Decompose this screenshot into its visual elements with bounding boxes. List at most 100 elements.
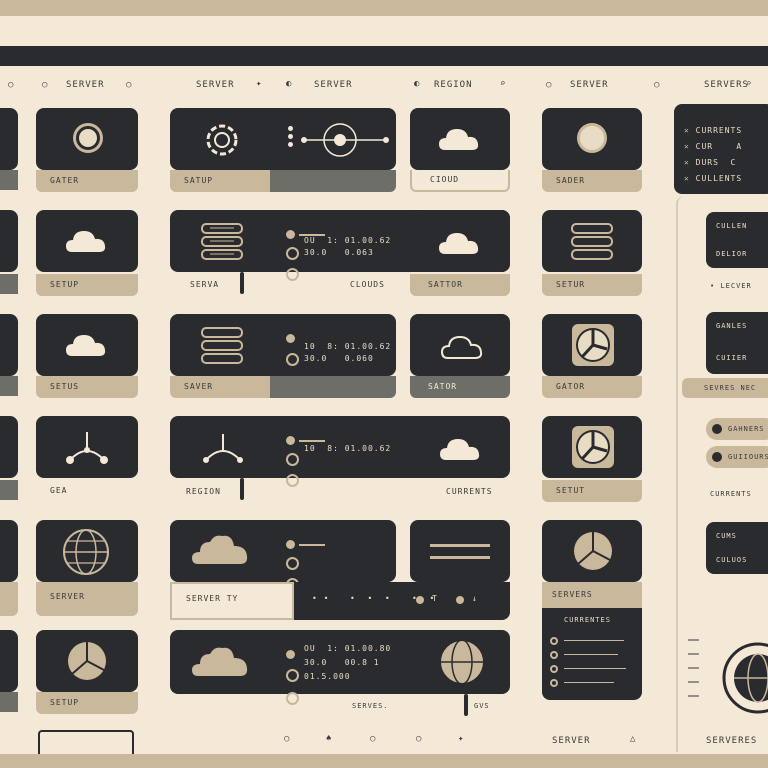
- info-pill[interactable]: CULLEN DELIOR: [706, 212, 768, 268]
- checklist: ✕ CURRENTS ✕ CUR A ✕ DURS C ✕ CULLENTS: [684, 126, 743, 183]
- server-rack-icon: [571, 223, 613, 260]
- cloud-icon: [439, 129, 479, 150]
- cloud-stats-panel[interactable]: OU 1: 01.00.80 30.0 00.8 1 01.5.000: [170, 630, 510, 705]
- cloud-tile[interactable]: [36, 210, 138, 272]
- sidebar-bar[interactable]: SEVRES NEC: [682, 378, 768, 398]
- toggle-stack[interactable]: [286, 430, 325, 491]
- edge-card[interactable]: [0, 630, 18, 692]
- tile-footer: SETUP: [36, 274, 138, 296]
- menu-tile[interactable]: [410, 520, 510, 582]
- nav-item-servers[interactable]: SERVERS: [704, 80, 749, 90]
- pill-text: CULUOS: [716, 556, 748, 564]
- edge-card[interactable]: [0, 520, 18, 582]
- tile-label: SETUP: [50, 280, 80, 289]
- circle-icon[interactable]: ○: [416, 734, 422, 744]
- sidebar-label: CURRENTS: [710, 490, 752, 498]
- input-value: SERVER TY: [186, 594, 239, 603]
- tile-footer: SERVERS: [542, 582, 642, 608]
- toggle-pill[interactable]: GUIIOURS: [706, 446, 768, 468]
- chart-tile[interactable]: [36, 630, 138, 692]
- toggle-stack[interactable]: [286, 644, 299, 709]
- info-pill[interactable]: CUMS CULUOS: [706, 522, 768, 574]
- fan-tile[interactable]: [542, 416, 642, 478]
- cloud-outline-icon: [440, 335, 483, 359]
- moon-icon: ◐: [414, 79, 421, 89]
- toggle-knob: [712, 424, 722, 434]
- info-pill[interactable]: GANLES CUIIER: [706, 312, 768, 374]
- edge-card-footer: [0, 170, 18, 190]
- server-stats-panel[interactable]: 10 8: 01.00.62 30.0 0.060: [170, 314, 396, 389]
- tile-label: SETUR: [556, 280, 586, 289]
- pill-text: GAHNERS: [728, 425, 765, 433]
- edge-card-footer: [0, 582, 18, 616]
- panel-footer-dark: [270, 170, 396, 192]
- connector-line: [240, 478, 244, 500]
- network-stats-panel[interactable]: 10 8: 01.00.62: [170, 416, 510, 487]
- toggle-pill[interactable]: GAHNERS: [706, 418, 768, 440]
- gear-panel[interactable]: [170, 108, 396, 170]
- server-tile[interactable]: [542, 210, 642, 272]
- tile-label: SERVER: [50, 592, 85, 601]
- globe-tile[interactable]: [36, 520, 138, 582]
- spade-icon[interactable]: ♠: [326, 734, 332, 744]
- edge-card[interactable]: [0, 314, 18, 376]
- search-icon[interactable]: ⌕: [746, 79, 752, 89]
- nav-item-server[interactable]: SERVER: [66, 80, 105, 90]
- cloud-tile[interactable]: [410, 108, 510, 170]
- tile-footer: GEA: [36, 480, 138, 502]
- search-icon[interactable]: ⌕: [500, 79, 506, 89]
- server-type-input[interactable]: SERVER TY: [170, 582, 294, 620]
- list-title: CURRENTES: [564, 616, 611, 624]
- cloud-tile[interactable]: [410, 210, 510, 272]
- circle-icon: ○: [8, 80, 15, 90]
- nav-item-server[interactable]: SERVER: [196, 80, 235, 90]
- nav-item-server[interactable]: SERVER: [570, 80, 609, 90]
- circle-icon[interactable]: ○: [284, 734, 290, 744]
- fan-tile[interactable]: [542, 314, 642, 376]
- nav-item-server[interactable]: SERVER: [314, 80, 353, 90]
- panel-label: REGION: [186, 487, 221, 496]
- edge-card[interactable]: [0, 210, 18, 272]
- tile-footer: SETUP: [36, 692, 138, 714]
- connector-line: [464, 694, 468, 716]
- cloud-icon: [66, 231, 106, 252]
- record-tile[interactable]: [542, 108, 642, 170]
- mini-list: ═══ ═══ ═══ ═══ ═══: [688, 637, 699, 700]
- pill-text: CUIIER: [716, 354, 748, 362]
- edge-card[interactable]: [0, 108, 18, 170]
- tile-label: CIOUD: [430, 175, 460, 184]
- triangle-icon[interactable]: △: [630, 734, 636, 744]
- footer-servers-label: SERVERES: [706, 736, 758, 746]
- radio-button[interactable]: [416, 596, 424, 604]
- chart-tile[interactable]: [542, 520, 642, 582]
- tile-label: GATOR: [556, 382, 586, 391]
- nav-item-region[interactable]: REGION: [434, 80, 473, 90]
- star-icon[interactable]: ✦: [458, 734, 464, 744]
- tile-label: GEA: [50, 486, 68, 495]
- edge-card[interactable]: [0, 416, 18, 478]
- top-frame-bar: [0, 0, 768, 16]
- record-icon: [580, 126, 604, 150]
- cloud-tile[interactable]: [36, 314, 138, 376]
- network-tile[interactable]: [36, 416, 138, 478]
- playback-controls[interactable]: • • • • • • • T ↓: [294, 582, 510, 620]
- cloud-tile[interactable]: [410, 314, 510, 376]
- dots-icon: • • •: [350, 594, 391, 603]
- list-rows: [550, 630, 626, 687]
- radio-button[interactable]: [456, 596, 464, 604]
- tile-label: SATTOR: [428, 280, 463, 289]
- cloud-stats-panel[interactable]: [170, 520, 396, 591]
- pill-text: DELIOR: [716, 250, 748, 258]
- stat-value: 30.0 0.063: [304, 248, 374, 257]
- panel-label: SAVER: [184, 382, 214, 391]
- target-slider-icon[interactable]: [300, 118, 390, 162]
- dots-icon: • •: [312, 594, 330, 603]
- server-tile[interactable]: [36, 108, 138, 170]
- checklist-item: CULLENTS: [695, 174, 743, 183]
- window-header-bar: [0, 46, 768, 66]
- arrow-icon: ↓: [472, 594, 478, 603]
- circle-icon[interactable]: ○: [370, 734, 376, 744]
- tile-footer: CIOUD: [410, 170, 510, 192]
- currents-list[interactable]: CURRENTES: [542, 608, 642, 700]
- checklist-panel[interactable]: ✕ CURRENTS ✕ CUR A ✕ DURS C ✕ CULLENTS: [674, 104, 768, 194]
